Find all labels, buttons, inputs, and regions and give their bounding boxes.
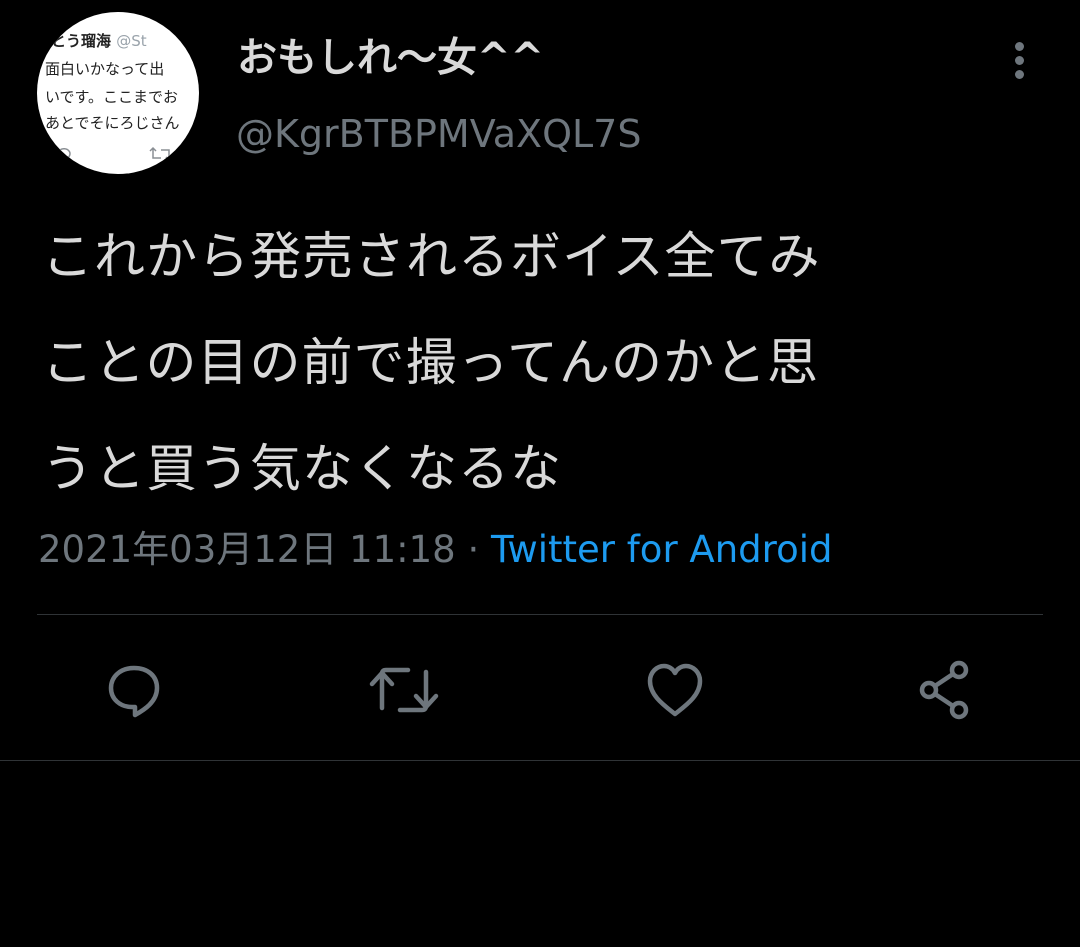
source-link[interactable]: Twitter for Android xyxy=(491,528,832,571)
action-bar xyxy=(0,640,1080,740)
share-button[interactable] xyxy=(907,652,983,728)
display-name[interactable]: おもしれ〜女^^ xyxy=(237,30,544,86)
tweet-meta: 2021年03月12日 11:18 · Twitter for Android xyxy=(38,522,832,578)
reply-button[interactable] xyxy=(96,652,172,728)
tweet-text-line: これから発売されるボイス全てみ xyxy=(42,228,821,287)
user-handle[interactable]: @KgrBTBPMVaXQL7S xyxy=(236,108,641,160)
heart-icon xyxy=(645,660,705,720)
avatar-line: いです。ここまでお xyxy=(45,88,179,106)
avatar-mini-icons xyxy=(55,146,199,166)
tweet-text-line: ことの目の前で撮ってんのかと思 xyxy=(42,334,819,393)
meta-separator: · xyxy=(455,528,492,571)
divider xyxy=(37,614,1043,615)
mini-retweet-icon xyxy=(149,146,173,166)
retweet-icon xyxy=(368,660,440,720)
reply-icon xyxy=(104,660,164,720)
more-options-button[interactable] xyxy=(1000,36,1040,84)
tweet-text: これから発売されるボイス全てみ ことの目の前で撮ってんのかと思 うと買う気なくな… xyxy=(42,205,1042,523)
avatar-line: 面白いかなって出 xyxy=(45,60,165,78)
tweet-detail: とう瑠海 @St 面白いかなって出 いです。ここまでお あとでそにろじさん おも… xyxy=(0,0,1080,761)
avatar-line: @St xyxy=(116,32,147,50)
avatar[interactable]: とう瑠海 @St 面白いかなって出 いです。ここまでお あとでそにろじさん xyxy=(37,12,199,174)
mini-reply-icon xyxy=(55,146,75,166)
retweet-button[interactable] xyxy=(366,652,442,728)
avatar-line: とう瑠海 xyxy=(51,32,117,50)
like-button[interactable] xyxy=(637,652,713,728)
share-icon xyxy=(915,660,975,720)
timestamp[interactable]: 2021年03月12日 11:18 xyxy=(38,528,456,571)
avatar-line: とう瑠海 @St xyxy=(51,34,147,49)
tweet-text-line: うと買う気なくなるな xyxy=(42,440,563,499)
avatar-line: あとでそにろじさん xyxy=(45,114,180,132)
